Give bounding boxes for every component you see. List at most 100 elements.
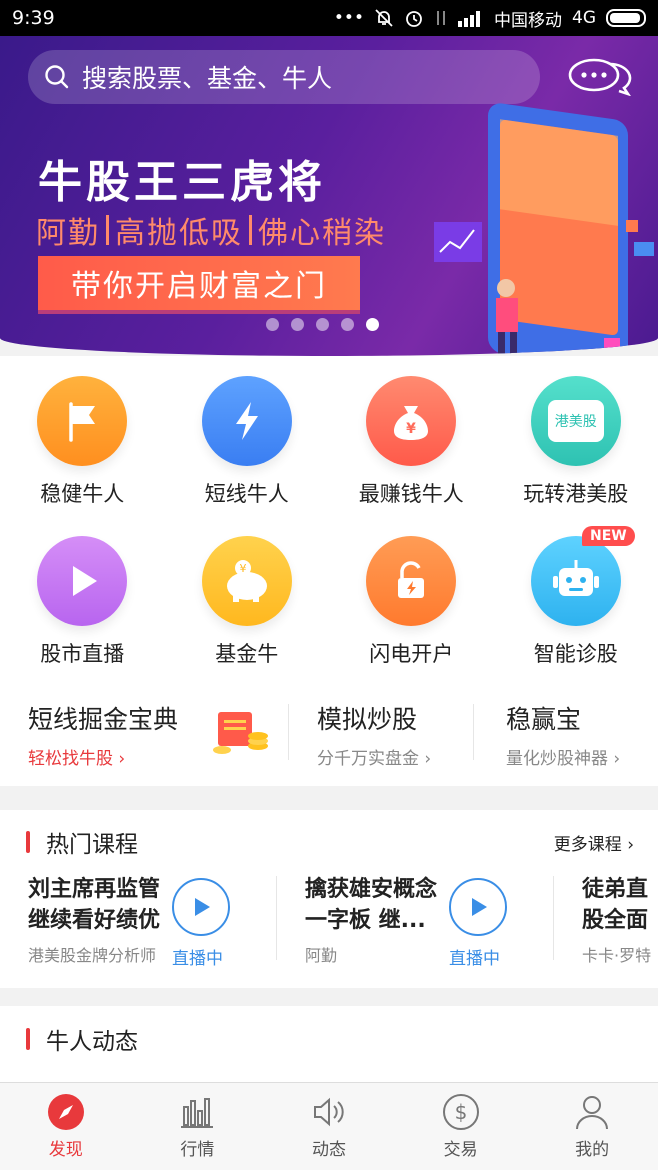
feature-label: 股市直播 <box>40 642 125 666</box>
feature-smart-diagnosis[interactable]: NEW 智能诊股 <box>494 526 658 668</box>
speaker-icon <box>313 1097 344 1127</box>
divider <box>249 215 252 245</box>
hk-us-stock-icon: 港美股 <box>530 376 621 466</box>
tab-label: 行情 <box>180 1140 215 1160</box>
carousel-indicator[interactable] <box>266 318 379 331</box>
feature-hk-us-stocks[interactable]: 港美股 玩转港美股 <box>494 376 658 508</box>
promo-short-term-guide[interactable]: 短线掘金宝典 轻松找牛股 › <box>0 696 288 769</box>
signal-icon <box>458 11 480 27</box>
carousel-dot-active[interactable] <box>366 318 379 331</box>
data-arrows-icon <box>437 11 445 25</box>
course-title-line: 擒获雄安概念 <box>305 877 438 902</box>
battery-icon <box>606 9 646 27</box>
banner-subtitle: 阿勤 高抛低吸 佛心稍染 <box>36 208 386 252</box>
promo-simulated-trading[interactable]: 模拟炒股 分千万实盘金 › <box>289 696 473 769</box>
carrier-name: 中国移动 <box>494 10 562 31</box>
piggy-bank-icon: ¥ <box>201 536 292 626</box>
messages-icon[interactable] <box>566 56 632 96</box>
feature-short-term-master[interactable]: 短线牛人 <box>165 376 330 508</box>
feature-label: 闪电开户 <box>369 642 454 666</box>
live-status: 直播中 <box>449 949 500 969</box>
banner-cta-button[interactable]: 带你开启财富之门 <box>38 256 360 310</box>
chevron-right-icon: › <box>424 749 432 769</box>
tab-profile[interactable]: 我的 <box>526 1083 658 1170</box>
hot-courses-section: 热门课程 更多课程 › 刘主席再监管 继续看好绩优 港美股金牌分析师 直播中 擒获… <box>0 810 658 988</box>
promo-subtitle-text: 轻松找牛股 <box>28 749 113 769</box>
alarm-icon <box>406 11 422 27</box>
tab-trade[interactable]: $ 交易 <box>395 1083 527 1170</box>
course-title-line: 一字板 继... <box>305 908 426 933</box>
course-title: 刘主席再监管 继续看好绩优 <box>28 874 188 936</box>
feature-label: 最赚钱牛人 <box>358 482 464 506</box>
play-icon <box>472 898 487 916</box>
more-courses-link[interactable]: 更多课程 › <box>554 830 634 855</box>
feature-fund-master[interactable]: ¥ 基金牛 <box>165 536 330 668</box>
feature-market-live[interactable]: 股市直播 <box>0 536 165 668</box>
course-author: 阿勤 <box>305 946 338 965</box>
tab-label: 动态 <box>311 1140 346 1160</box>
section-title: 热门课程 <box>46 832 138 858</box>
feature-steady-master[interactable]: 稳健牛人 <box>0 376 165 508</box>
mute-bell-icon <box>375 9 393 27</box>
dollar-icon: $ <box>442 1094 479 1130</box>
feature-top-earner[interactable]: ¥ 最赚钱牛人 <box>329 376 494 508</box>
chevron-right-icon: › <box>118 749 126 769</box>
status-bar: 9:39 ••• 中国移动 4G <box>0 0 658 36</box>
carousel-dot[interactable] <box>266 318 279 331</box>
tab-discover[interactable]: 发现 <box>0 1083 132 1170</box>
course-title: 徒弟直 股全面 <box>582 874 658 936</box>
status-time: 9:39 <box>12 7 55 29</box>
course-card[interactable]: 擒获雄安概念 一字板 继... 阿勤 直播中 <box>277 874 553 974</box>
promo-steady-win[interactable]: 稳赢宝 量化炒股神器 › <box>474 696 658 769</box>
section-title: 牛人动态 <box>46 1029 138 1055</box>
svg-text:¥: ¥ <box>406 421 416 437</box>
flag-icon <box>37 376 128 466</box>
feature-label: 短线牛人 <box>204 482 289 506</box>
feature-label: 智能诊股 <box>533 642 618 666</box>
carousel-dot[interactable] <box>341 318 354 331</box>
robot-icon: NEW <box>530 526 635 626</box>
banner-title: 牛股王三虎将 <box>38 157 326 208</box>
money-bag-icon: ¥ <box>366 376 457 466</box>
course-card[interactable]: 徒弟直 股全面 卡卡·罗特 <box>554 874 658 974</box>
tab-label: 交易 <box>443 1140 478 1160</box>
chevron-right-icon: › <box>613 749 621 769</box>
section-header: 牛人动态 <box>0 1006 658 1072</box>
banner-subtitle-part: 佛心稍染 <box>258 216 386 251</box>
live-status: 直播中 <box>172 949 223 969</box>
more-dots-icon: ••• <box>333 8 364 28</box>
promo-title: 稳赢宝 <box>506 705 582 734</box>
course-list: 刘主席再监管 继续看好绩优 港美股金牌分析师 直播中 擒获雄安概念 一字板 继...… <box>0 874 658 974</box>
banner-subtitle-part: 阿勤 <box>36 216 100 251</box>
section-header: 热门课程 更多课程 › <box>0 810 658 874</box>
more-courses-text: 更多课程 <box>553 834 622 855</box>
play-button[interactable] <box>172 878 230 936</box>
promo-banner[interactable]: 搜索股票、基金、牛人 牛股王三虎将 阿勤 高抛低吸 佛心稍染 带你开启财富之门 <box>0 36 658 356</box>
course-card[interactable]: 刘主席再监管 继续看好绩优 港美股金牌分析师 直播中 <box>0 874 276 974</box>
tab-label: 发现 <box>48 1140 83 1160</box>
new-badge: NEW <box>582 526 635 546</box>
feature-quick-account[interactable]: 闪电开户 <box>329 536 494 668</box>
promo-row: 短线掘金宝典 轻松找牛股 › 模拟炒股 分千万实盘金 › 稳赢宝 量化炒股神器 … <box>0 696 658 769</box>
tab-market[interactable]: 行情 <box>132 1083 264 1170</box>
feature-label: 玩转港美股 <box>523 482 629 506</box>
carousel-dot[interactable] <box>316 318 329 331</box>
user-icon <box>576 1096 609 1130</box>
course-author: 卡卡·罗特 <box>582 946 652 965</box>
tab-dynamics[interactable]: 动态 <box>263 1083 395 1170</box>
course-author: 港美股金牌分析师 <box>28 946 157 965</box>
hk-us-stock-icon-text: 港美股 <box>547 400 604 442</box>
divider <box>106 215 109 245</box>
course-title-line: 股全面 <box>582 908 649 933</box>
chevron-right-icon: › <box>627 834 634 855</box>
feature-label: 稳健牛人 <box>40 482 125 506</box>
feature-label: 基金牛 <box>215 642 279 666</box>
course-title-line: 刘主席再监管 <box>28 877 161 902</box>
carousel-dot[interactable] <box>291 318 304 331</box>
promo-subtitle: 分千万实盘金 › <box>317 744 473 769</box>
play-icon <box>37 536 128 626</box>
play-button[interactable] <box>449 878 507 936</box>
phone-illustration <box>434 103 654 356</box>
promo-subtitle-text: 量化炒股神器 <box>506 749 608 769</box>
promo-subtitle: 量化炒股神器 › <box>506 744 658 769</box>
